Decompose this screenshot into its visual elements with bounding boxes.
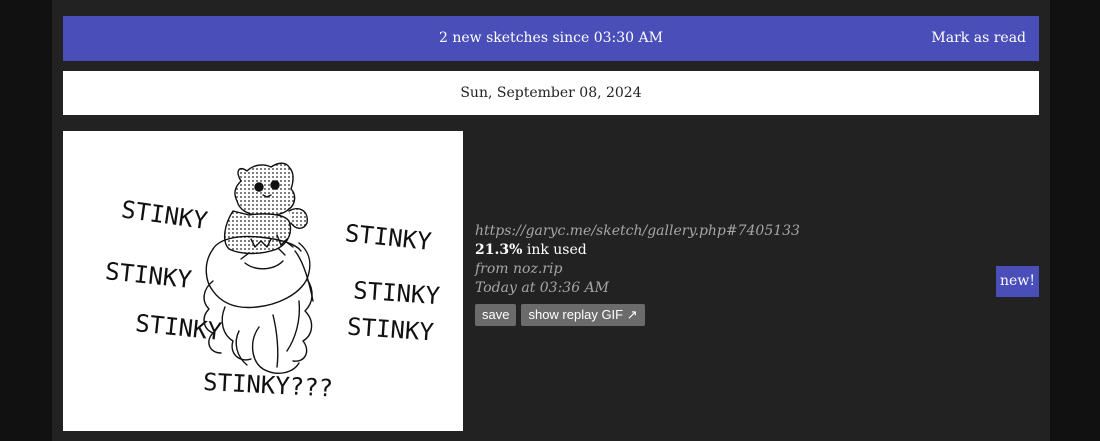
ink-used: 21.3% ink used: [475, 241, 800, 260]
sketch-word: STINKY: [120, 195, 210, 235]
sketch-actions: save show replay GIF ↗: [475, 304, 800, 326]
ink-label: ink used: [522, 242, 587, 258]
sketch-image[interactable]: STINKY STINKY STINKY STINKY STINKY STINK…: [63, 131, 463, 431]
sketch-word: STINKY: [104, 257, 194, 294]
sketch-word: STINKY: [344, 219, 434, 256]
sketch-author: from noz.rip: [475, 261, 563, 277]
main-column: 2 new sketches since 03:30 AM Mark as re…: [52, 0, 1050, 441]
sketch-timestamp: Today at 03:36 AM: [475, 280, 610, 296]
sketch-word: STINKY: [352, 276, 441, 310]
sketch-meta: https://garyc.me/sketch/gallery.php#7405…: [475, 222, 800, 326]
mark-as-read-link[interactable]: Mark as read: [931, 16, 1026, 61]
save-button[interactable]: save: [475, 304, 517, 326]
show-replay-gif-button[interactable]: show replay GIF ↗: [521, 304, 645, 326]
sketch-word: STINKY: [346, 313, 435, 347]
sketch-url-link[interactable]: https://garyc.me/sketch/gallery.php#7405…: [475, 223, 800, 239]
sketch-drawing: STINKY STINKY STINKY STINKY STINKY STINK…: [104, 162, 441, 403]
sketch-word: STINKY: [134, 309, 224, 346]
date-header: Sun, September 08, 2024: [63, 71, 1039, 115]
sketch-word: STINKY???: [202, 368, 333, 403]
new-sketches-banner: 2 new sketches since 03:30 AM Mark as re…: [63, 16, 1039, 61]
new-sketches-message: 2 new sketches since 03:30 AM: [439, 30, 663, 46]
new-badge: new!: [996, 266, 1039, 297]
ink-value: 21.3%: [475, 242, 523, 258]
